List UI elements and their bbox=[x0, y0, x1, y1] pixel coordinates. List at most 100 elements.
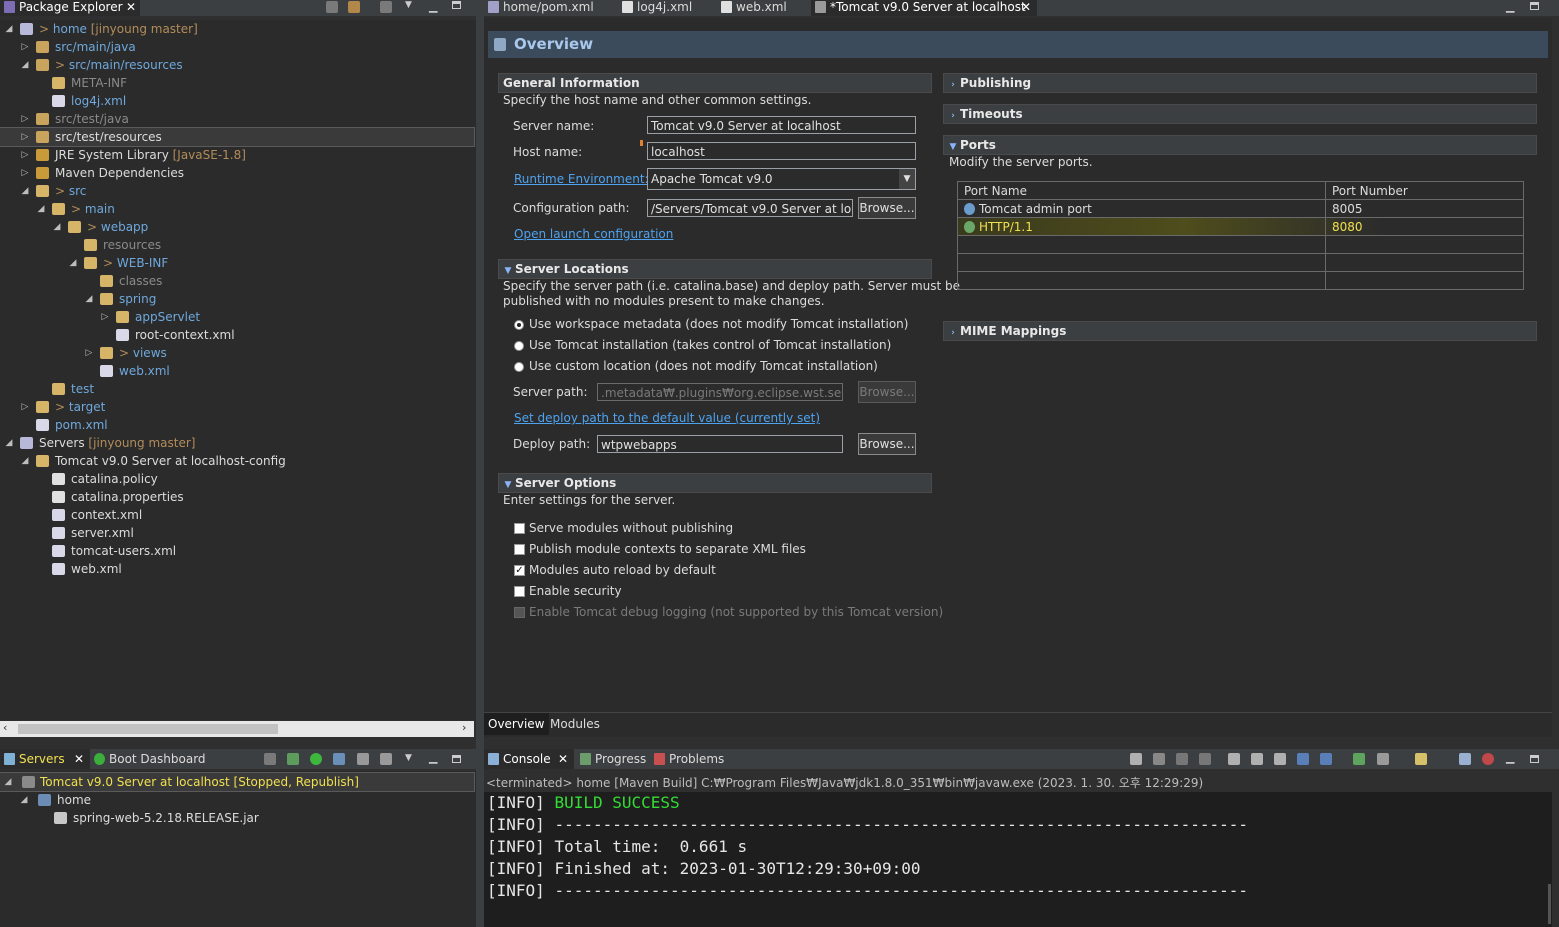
editor-tab-pom[interactable]: home/pom.xml bbox=[488, 0, 594, 16]
expanded-twisty-icon[interactable]: ◢ bbox=[36, 200, 46, 218]
tree-item[interactable]: ◢ > main bbox=[0, 200, 474, 218]
publishing-header[interactable]: › Publishing bbox=[943, 73, 1537, 93]
tree-item[interactable]: web.xml bbox=[0, 362, 474, 380]
expanded-twisty-icon[interactable]: ◢ bbox=[84, 290, 94, 308]
debug-server-icon[interactable] bbox=[287, 753, 299, 765]
workspace-metadata-radio[interactable] bbox=[514, 320, 524, 330]
tree-item[interactable]: ◢ > webapp bbox=[0, 218, 474, 236]
collapsed-twisty-icon[interactable]: ▷ bbox=[84, 344, 94, 362]
close-icon[interactable]: ✕ bbox=[126, 0, 136, 15]
tree-item[interactable]: catalina.policy bbox=[0, 470, 474, 488]
tree-item[interactable]: ▷ JRE System Library [JavaSE-1.8] bbox=[0, 146, 474, 164]
close-icon[interactable]: ✕ bbox=[558, 749, 568, 769]
remove-all-icon[interactable] bbox=[1199, 753, 1211, 765]
expand-twisty-icon[interactable]: ◢ bbox=[19, 791, 29, 809]
option-checkbox[interactable]: ✓ bbox=[514, 565, 525, 576]
tree-item[interactable]: classes bbox=[0, 272, 474, 290]
publish-icon[interactable] bbox=[380, 753, 392, 765]
word-wrap-icon[interactable] bbox=[1274, 753, 1286, 765]
collapsed-twisty-icon[interactable]: ▷ bbox=[20, 128, 30, 146]
server-jar-row[interactable]: spring-web-5.2.18.RELEASE.jar bbox=[0, 809, 474, 827]
console-vertical-scrollbar[interactable] bbox=[1548, 884, 1551, 924]
server-options-header[interactable]: ▼ Server Options bbox=[498, 473, 932, 493]
runtime-environment-link[interactable]: Runtime Environment: bbox=[514, 172, 649, 186]
port-name-column-header[interactable]: Port Name bbox=[957, 181, 1326, 200]
horizontal-scrollbar[interactable]: ‹ › bbox=[0, 721, 474, 737]
expanded-twisty-icon[interactable]: ◢ bbox=[20, 56, 30, 74]
port-number-cell[interactable]: 8080 bbox=[1325, 217, 1524, 236]
tree-item[interactable]: context.xml bbox=[0, 506, 474, 524]
expanded-twisty-icon[interactable]: ◢ bbox=[20, 182, 30, 200]
option-checkbox[interactable] bbox=[514, 607, 525, 618]
collapsed-twisty-icon[interactable]: ▷ bbox=[20, 164, 30, 182]
tree-item[interactable]: catalina.properties bbox=[0, 488, 474, 506]
tree-item[interactable]: ▷ src/main/java bbox=[0, 38, 474, 56]
open-launch-configuration-link[interactable]: Open launch configuration bbox=[514, 227, 673, 241]
minimize-icon[interactable]: ▁ bbox=[1506, 0, 1514, 13]
configuration-path-input[interactable]: /Servers/Tomcat v9.0 Server at localh bbox=[647, 199, 853, 217]
expanded-twisty-icon[interactable]: ◢ bbox=[4, 20, 14, 38]
collapsed-twisty-icon[interactable]: ▷ bbox=[20, 398, 30, 416]
view-menu-icon[interactable]: ▼ bbox=[405, 753, 412, 763]
server-name-input[interactable]: Tomcat v9.0 Server at localhost bbox=[647, 116, 916, 134]
scroll-left-icon[interactable]: ‹ bbox=[3, 721, 7, 734]
start-server-icon[interactable] bbox=[310, 753, 322, 765]
expand-arrow-icon[interactable]: › bbox=[946, 76, 960, 94]
tab-progress[interactable]: Progress bbox=[580, 749, 646, 769]
minimize-icon[interactable]: ▁ bbox=[429, 0, 437, 13]
option-checkbox[interactable] bbox=[514, 523, 525, 534]
tree-item[interactable]: test bbox=[0, 380, 474, 398]
deploy-path-input[interactable]: wtpwebapps bbox=[597, 435, 843, 453]
page-tab-overview[interactable]: Overview bbox=[484, 713, 549, 735]
tree-item[interactable]: ◢ > home [jinyoung master] bbox=[0, 20, 474, 38]
remove-launch-icon[interactable] bbox=[1176, 753, 1188, 765]
tree-item[interactable]: ◢ > WEB-INF bbox=[0, 254, 474, 272]
tree-item[interactable]: root-context.xml bbox=[0, 326, 474, 344]
option-checkbox[interactable] bbox=[514, 544, 525, 555]
collapse-all-icon[interactable] bbox=[326, 1, 338, 13]
ports-header[interactable]: ▼ Ports bbox=[943, 135, 1537, 155]
table-row[interactable]: HTTP/1.1 8080 bbox=[957, 217, 1524, 236]
collapsed-twisty-icon[interactable]: ▷ bbox=[20, 110, 30, 128]
tab-problems[interactable]: Problems bbox=[654, 749, 724, 769]
collapse-icon[interactable] bbox=[264, 753, 276, 765]
maximize-icon[interactable] bbox=[1530, 755, 1539, 763]
tree-item[interactable]: ◢ spring bbox=[0, 290, 474, 308]
expanded-twisty-icon[interactable]: ◢ bbox=[52, 218, 62, 236]
expand-twisty-icon[interactable]: ◢ bbox=[3, 773, 13, 791]
tree-item[interactable]: log4j.xml bbox=[0, 92, 474, 110]
tab-servers[interactable]: Servers ✕ bbox=[0, 749, 90, 769]
stop-server-icon[interactable] bbox=[357, 753, 369, 765]
tree-item[interactable]: META-INF bbox=[0, 74, 474, 92]
filter-icon[interactable] bbox=[380, 1, 392, 13]
tree-item[interactable]: ◢ > src bbox=[0, 182, 474, 200]
profile-server-icon[interactable] bbox=[333, 753, 345, 765]
timeouts-header[interactable]: › Timeouts bbox=[943, 104, 1537, 124]
port-number-cell[interactable]: 8005 bbox=[1325, 199, 1524, 218]
port-number-column-header[interactable]: Port Number bbox=[1325, 181, 1524, 200]
page-tab-modules[interactable]: Modules bbox=[550, 713, 600, 735]
link-with-editor-icon[interactable] bbox=[348, 1, 360, 13]
option-checkbox[interactable] bbox=[514, 586, 525, 597]
clear-console-icon[interactable] bbox=[1228, 753, 1240, 765]
scrollbar-thumb[interactable] bbox=[18, 724, 278, 734]
scroll-right-icon[interactable]: › bbox=[462, 721, 466, 734]
editor-tab-server[interactable]: *Tomcat v9.0 Server at localhost ✕ bbox=[811, 0, 1037, 16]
scroll-lock-icon[interactable] bbox=[1251, 753, 1263, 765]
show-on-stderr-icon[interactable] bbox=[1320, 753, 1332, 765]
config-browse-button[interactable]: Browse... bbox=[858, 197, 916, 219]
console-output[interactable]: [INFO] BUILD SUCCESS [INFO] -------------… bbox=[484, 792, 1552, 927]
tree-item[interactable]: ▷ appServlet bbox=[0, 308, 474, 326]
expand-arrow-icon[interactable]: › bbox=[946, 107, 960, 125]
collapse-arrow-icon[interactable]: ▼ bbox=[501, 262, 515, 280]
collapsed-twisty-icon[interactable]: ▷ bbox=[20, 146, 30, 164]
expand-arrow-icon[interactable]: › bbox=[946, 324, 960, 342]
tree-item[interactable]: tomcat-users.xml bbox=[0, 542, 474, 560]
set-deploy-path-link[interactable]: Set deploy path to the default value (cu… bbox=[514, 411, 820, 425]
terminate-relaunch-icon[interactable] bbox=[1130, 753, 1142, 765]
deploy-path-browse-button[interactable]: Browse... bbox=[858, 433, 916, 455]
close-icon[interactable]: ✕ bbox=[1021, 0, 1031, 15]
close-icon[interactable]: ✕ bbox=[74, 749, 84, 769]
collapse-arrow-icon[interactable]: ▼ bbox=[501, 476, 515, 494]
minimize-icon[interactable]: ▁ bbox=[1506, 751, 1514, 764]
